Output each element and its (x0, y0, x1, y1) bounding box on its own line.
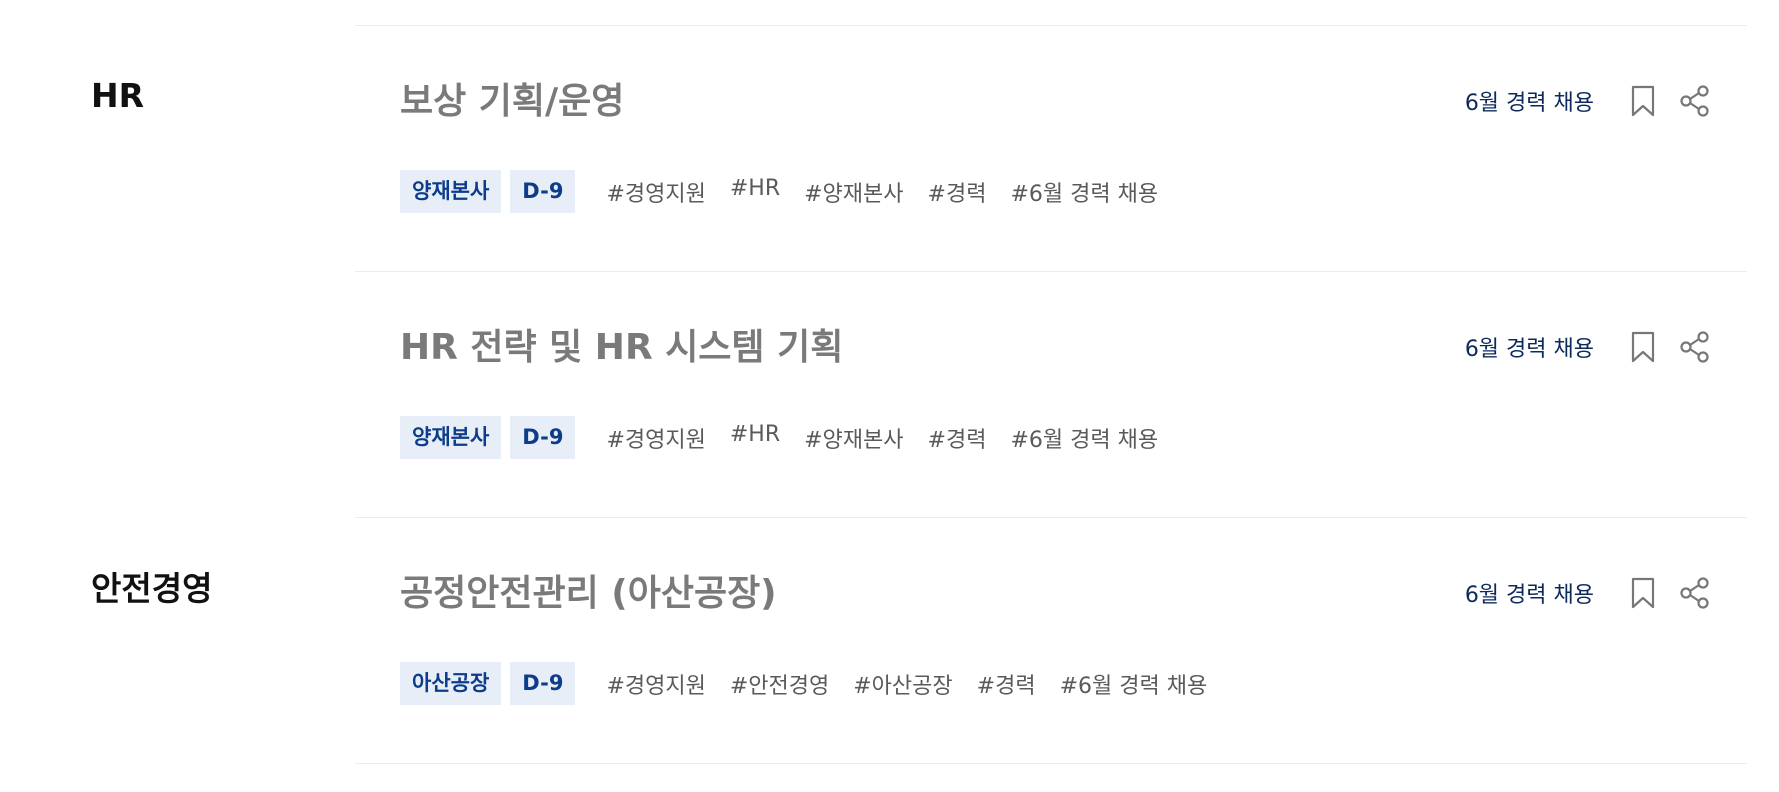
hashtag[interactable]: #경력 (928, 176, 987, 208)
hashtag[interactable]: #양재본사 (804, 176, 903, 208)
divider (355, 25, 1747, 26)
hashtag[interactable]: #HR (730, 422, 780, 454)
recruit-label[interactable]: 6월 경력 채용 (1465, 331, 1594, 363)
job-card[interactable]: HR 전략 및 HR 시스템 기획 6월 경력 채용 양재본사 D-9 #경영지… (400, 326, 1710, 459)
job-card[interactable]: 공정안전관리 (아산공장) 6월 경력 채용 아산공장 D-9 #경영지원 #안… (400, 572, 1710, 705)
share-icon[interactable] (1680, 576, 1710, 610)
job-title[interactable]: 보상 기획/운영 (400, 80, 624, 123)
hashtag[interactable]: #6월 경력 채용 (1060, 668, 1208, 700)
hashtag[interactable]: #양재본사 (804, 422, 903, 454)
hashtag[interactable]: #아산공장 (853, 668, 952, 700)
recruit-label[interactable]: 6월 경력 채용 (1465, 85, 1594, 117)
location-chip[interactable]: 양재본사 (400, 170, 502, 213)
hashtag-list: #경영지원 #HR #양재본사 #경력 #6월 경력 채용 (606, 176, 1182, 208)
hashtag-list: #경영지원 #HR #양재본사 #경력 #6월 경력 채용 (606, 422, 1182, 454)
dday-chip: D-9 (510, 662, 576, 705)
hashtag[interactable]: #6월 경력 채용 (1010, 422, 1158, 454)
bookmark-icon[interactable] (1628, 84, 1658, 118)
divider (355, 271, 1747, 272)
hashtag[interactable]: #안전경영 (730, 668, 829, 700)
bookmark-icon[interactable] (1628, 576, 1658, 610)
hashtag[interactable]: #6월 경력 채용 (1010, 176, 1158, 208)
section-title-safety: 안전경영 (91, 569, 213, 608)
job-tags: 양재본사 D-9 #경영지원 #HR #양재본사 #경력 #6월 경력 채용 (400, 170, 1182, 213)
hashtag[interactable]: #경력 (928, 422, 987, 454)
job-tags: 아산공장 D-9 #경영지원 #안전경영 #아산공장 #경력 #6월 경력 채용 (400, 662, 1231, 705)
job-title[interactable]: 공정안전관리 (아산공장) (400, 572, 777, 615)
job-meta: 6월 경력 채용 (1465, 576, 1710, 610)
job-title[interactable]: HR 전략 및 HR 시스템 기획 (400, 326, 843, 369)
job-meta: 6월 경력 채용 (1465, 330, 1710, 364)
divider (355, 763, 1747, 764)
hashtag[interactable]: #경영지원 (606, 176, 705, 208)
divider (355, 517, 1747, 518)
hashtag-list: #경영지원 #안전경영 #아산공장 #경력 #6월 경력 채용 (606, 668, 1231, 700)
hashtag[interactable]: #경력 (977, 668, 1036, 700)
location-chip[interactable]: 아산공장 (400, 662, 502, 705)
job-card[interactable]: 보상 기획/운영 6월 경력 채용 양재본사 D-9 #경영지원 #HR #양재… (400, 80, 1710, 213)
hashtag[interactable]: #경영지원 (606, 422, 705, 454)
section-title-hr: HR (91, 76, 145, 115)
share-icon[interactable] (1680, 84, 1710, 118)
bookmark-icon[interactable] (1628, 330, 1658, 364)
hashtag[interactable]: #경영지원 (606, 668, 705, 700)
job-tags: 양재본사 D-9 #경영지원 #HR #양재본사 #경력 #6월 경력 채용 (400, 416, 1182, 459)
dday-chip: D-9 (510, 170, 576, 213)
location-chip[interactable]: 양재본사 (400, 416, 502, 459)
share-icon[interactable] (1680, 330, 1710, 364)
recruit-label[interactable]: 6월 경력 채용 (1465, 577, 1594, 609)
job-meta: 6월 경력 채용 (1465, 84, 1710, 118)
hashtag[interactable]: #HR (730, 176, 780, 208)
dday-chip: D-9 (510, 416, 576, 459)
